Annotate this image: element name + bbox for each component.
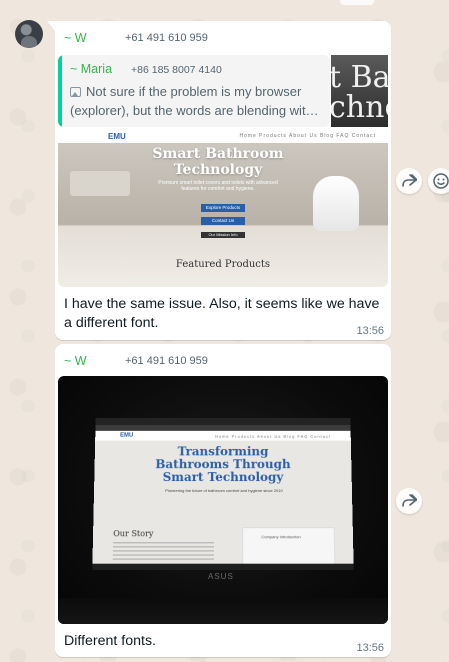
site-hero-subtitle: Premium smart toilet covers and toilets … xyxy=(158,180,278,192)
photo-icon xyxy=(70,87,81,97)
laptop-screen: EMU Home Products About Us Blog FAQ Cont… xyxy=(92,418,354,570)
thumb-text-line1: t Bat xyxy=(331,60,388,95)
site-logo: EMU xyxy=(119,432,134,439)
site-button-contact: Contact Us xyxy=(201,217,245,225)
quoted-sender-name: ~ Maria xyxy=(70,62,113,76)
site-menu: Home Products About Us Blog FAQ Contact xyxy=(239,133,376,139)
message-text: Different fonts. xyxy=(64,633,157,649)
site-button-mission: Our Mission Info xyxy=(201,232,245,238)
bubble-tail xyxy=(47,21,55,31)
thumb-text-line2: chno xyxy=(331,90,388,125)
site-intro-label: Company Introduction xyxy=(261,534,301,540)
site-section-heading: Featured Products xyxy=(175,259,271,270)
site-button-explore: Explore Products xyxy=(201,204,245,212)
browser-tabs xyxy=(95,418,351,425)
sender-name[interactable]: ~ W xyxy=(64,354,87,368)
sender-row: ~ W +61 491 610 959 xyxy=(64,354,364,368)
forward-button[interactable] xyxy=(396,168,422,194)
quote-accent-bar xyxy=(58,55,62,127)
message-bubble[interactable]: ~ W +61 491 610 959 EMU Home Products Ab… xyxy=(55,344,391,657)
quoted-message[interactable]: ~ Maria +86 185 8007 4140 Not sure if th… xyxy=(58,55,330,127)
forward-icon xyxy=(402,174,417,187)
message-text: I have the same issue. Also, it seems li… xyxy=(64,296,380,331)
message-time: 13:56 xyxy=(356,325,384,337)
os-taskbar xyxy=(92,563,354,570)
sender-phone: +61 491 610 959 xyxy=(125,355,208,367)
forward-button[interactable] xyxy=(396,488,422,514)
site-story-heading: Our Story xyxy=(113,529,154,539)
sender-phone: +61 491 610 959 xyxy=(125,32,208,44)
site-hero-title: Transforming Bathrooms Through Smart Tec… xyxy=(155,444,291,485)
react-button[interactable] xyxy=(428,168,449,194)
sender-name[interactable]: ~ W xyxy=(64,31,87,45)
sender-avatar[interactable] xyxy=(15,20,43,48)
laptop-brand-logo: ASUS xyxy=(208,572,234,581)
message-time: 13:56 xyxy=(356,642,384,654)
emoji-icon xyxy=(433,173,449,189)
forward-icon xyxy=(402,494,417,507)
quoted-image-thumbnail[interactable]: t Bat chno xyxy=(331,55,388,127)
toilet-shape xyxy=(313,176,359,231)
site-story-text xyxy=(112,542,214,561)
message-image[interactable]: EMU Home Products About Us Blog FAQ Cont… xyxy=(58,131,388,287)
laptop-keyboard-edge xyxy=(58,598,388,624)
site-menu: Home Products About Us Blog FAQ Contact xyxy=(215,433,331,439)
site-logo: EMU xyxy=(108,132,126,141)
quoted-text-wrap: Not sure if the problem is my browser (e… xyxy=(70,82,322,122)
site-intro-box: Company Introduction xyxy=(242,527,336,566)
site-hero-title: Smart Bathroom Technology xyxy=(152,146,284,178)
quoted-text: Not sure if the problem is my browser (e… xyxy=(70,84,319,118)
previous-message-edge xyxy=(340,0,374,5)
site-hero-subtitle: Pioneering the future of bathroom comfor… xyxy=(165,488,283,493)
message-image[interactable]: EMU Home Products About Us Blog FAQ Cont… xyxy=(58,376,388,624)
sender-row: ~ W +61 491 610 959 xyxy=(64,31,364,45)
quoted-sender-phone: +86 185 8007 4140 xyxy=(131,64,222,76)
message-bubble[interactable]: ~ W +61 491 610 959 ~ Maria +86 185 8007… xyxy=(47,21,391,340)
